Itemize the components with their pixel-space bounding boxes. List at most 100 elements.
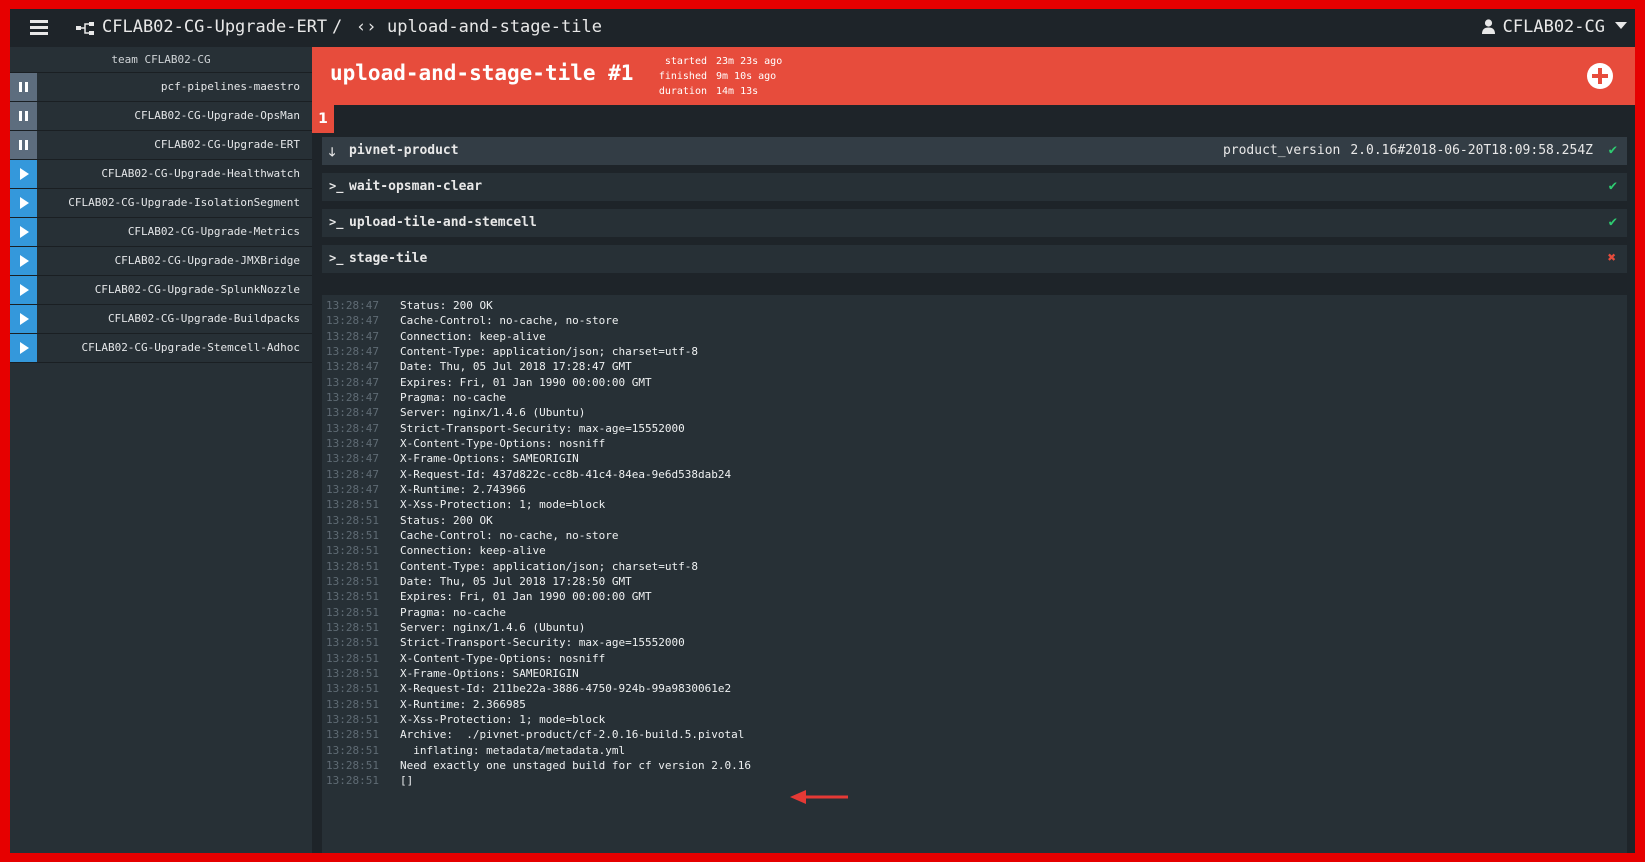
step-stage-tile[interactable]: >_ stage-tile ✖ <box>322 245 1627 273</box>
log-message: Status: 200 OK <box>400 513 493 527</box>
log-timestamp: 13:28:47 <box>326 467 379 481</box>
play-pipeline-button[interactable] <box>10 247 37 275</box>
log-message: inflating: metadata/metadata.yml <box>400 743 626 757</box>
log-line: 13:28:51 [] <box>326 773 1627 788</box>
log-line: 13:28:51 X-Frame-Options: SAMEORIGIN <box>326 666 1627 681</box>
trigger-build-button[interactable] <box>1587 63 1613 89</box>
hamburger-menu-icon[interactable] <box>30 20 48 36</box>
log-line: 13:28:51 X-Runtime: 2.366985 <box>326 697 1627 712</box>
step-pivnet-product[interactable]: 🡓 pivnet-product product_version 2.0.16#2… <box>322 137 1627 165</box>
started-value: 23m 23s ago <box>716 56 783 67</box>
play-pipeline-button[interactable] <box>10 334 37 362</box>
cross-icon: ✖ <box>1607 250 1616 266</box>
log-line: 13:28:51 X-Xss-Protection: 1; mode=block <box>326 712 1627 727</box>
log-line: 13:28:47 X-Content-Type-Options: nosniff <box>326 436 1627 451</box>
log-timestamp: 13:28:47 <box>326 314 379 328</box>
log-timestamp: 13:28:51 <box>326 774 379 788</box>
pause-pipeline-button[interactable] <box>10 131 37 159</box>
log-timestamp: 13:28:51 <box>326 574 379 588</box>
log-line: 13:28:47 Strict-Transport-Security: max-a… <box>326 421 1627 436</box>
sidebar-pipeline-item[interactable]: CFLAB02-CG-Upgrade-OpsMan <box>10 101 312 130</box>
log-line: 13:28:47 X-Request-Id: 437d822c-cc8b-41c4… <box>326 467 1627 482</box>
log-message: Archive: ./pivnet-product/cf-2.0.16-buil… <box>400 728 745 742</box>
log-line: 13:28:51 Need exactly one unstaged build … <box>326 758 1627 773</box>
log-line: 13:28:47 Content-Type: application/json; … <box>326 344 1627 359</box>
pipeline-name[interactable]: CFLAB02-CG-Upgrade-ERT <box>154 131 300 159</box>
step-log-output[interactable]: 13:28:47 Status: 200 OK 13:28:47 Cache-Cont… <box>322 295 1627 853</box>
log-message: Expires: Fri, 01 Jan 1990 00:00:00 GMT <box>400 590 652 604</box>
log-line: 13:28:51 Cache-Control: no-cache, no-stor… <box>326 528 1627 543</box>
log-line: 13:28:51 X-Request-Id: 211be22a-3886-4750… <box>326 681 1627 696</box>
breadcrumb-job[interactable]: upload-and-stage-tile <box>387 17 602 37</box>
log-timestamp: 13:28:51 <box>326 758 379 772</box>
pipeline-name[interactable]: CFLAB02-CG-Upgrade-SplunkNozzle <box>95 276 300 304</box>
pipeline-name[interactable]: CFLAB02-CG-Upgrade-Metrics <box>128 218 300 246</box>
sidebar-pipeline-item[interactable]: CFLAB02-CG-Upgrade-Metrics <box>10 217 312 246</box>
log-message: Expires: Fri, 01 Jan 1990 00:00:00 GMT <box>400 375 652 389</box>
log-line: 13:28:51 X-Content-Type-Options: nosniff <box>326 651 1627 666</box>
pipeline-list: pcf-pipelines-maestro CFLAB02-CG-Upgrade-… <box>10 72 312 363</box>
log-message: X-Request-Id: 211be22a-3886-4750-924b-99… <box>400 682 732 696</box>
sidebar-pipeline-item[interactable]: CFLAB02-CG-Upgrade-ERT <box>10 130 312 159</box>
log-message: X-Xss-Protection: 1; mode=block <box>400 498 606 512</box>
pause-pipeline-button[interactable] <box>10 73 37 101</box>
play-pipeline-button[interactable] <box>10 218 37 246</box>
sidebar-pipeline-item[interactable]: CFLAB02-CG-Upgrade-Buildpacks <box>10 304 312 333</box>
log-timestamp: 13:28:47 <box>326 406 379 420</box>
duration-value: 14m 13s <box>716 86 759 97</box>
play-icon <box>20 255 29 267</box>
log-line: 13:28:51 Connection: keep-alive <box>326 543 1627 558</box>
sidebar-pipeline-item[interactable]: CFLAB02-CG-Upgrade-JMXBridge <box>10 246 312 275</box>
pipeline-name[interactable]: CFLAB02-CG-Upgrade-Healthwatch <box>101 160 300 188</box>
play-icon <box>20 313 29 325</box>
play-icon <box>20 168 29 180</box>
step-version: product_version 2.0.16#2018-06-20T18:09:5… <box>1223 143 1593 158</box>
log-line: 13:28:47 Pragma: no-cache <box>326 390 1627 405</box>
log-timestamp: 13:28:47 <box>326 375 379 389</box>
log-message: X-Content-Type-Options: nosniff <box>400 651 606 665</box>
log-timestamp: 13:28:47 <box>326 482 379 496</box>
step-upload-tile-and-stemcell[interactable]: >_ upload-tile-and-stemcell ✔ <box>322 209 1627 237</box>
log-timestamp: 13:28:51 <box>326 712 379 726</box>
breadcrumb-pipeline[interactable]: CFLAB02-CG-Upgrade-ERT <box>102 17 327 37</box>
log-message: Connection: keep-alive <box>400 544 546 558</box>
play-pipeline-button[interactable] <box>10 160 37 188</box>
user-menu[interactable]: CFLAB02-CG <box>1481 17 1627 37</box>
check-icon: ✔ <box>1608 178 1617 194</box>
pipeline-name[interactable]: CFLAB02-CG-Upgrade-OpsMan <box>134 102 300 130</box>
pause-pipeline-button[interactable] <box>10 102 37 130</box>
log-message: [] <box>400 774 414 788</box>
sidebar-pipeline-item[interactable]: CFLAB02-CG-Upgrade-SplunkNozzle <box>10 275 312 304</box>
pipeline-name[interactable]: CFLAB02-CG-Upgrade-IsolationSegment <box>68 189 300 217</box>
log-timestamp: 13:28:51 <box>326 513 379 527</box>
step-wait-opsman-clear[interactable]: >_ wait-opsman-clear ✔ <box>322 173 1627 201</box>
pipeline-name[interactable]: CFLAB02-CG-Upgrade-JMXBridge <box>115 247 300 275</box>
arrow-down-icon: 🡓 <box>329 145 336 159</box>
play-pipeline-button[interactable] <box>10 276 37 304</box>
top-bar: CFLAB02-CG-Upgrade-ERT / ‹› upload-and-s… <box>10 9 1635 47</box>
log-message: X-Runtime: 2.743966 <box>400 482 526 496</box>
log-timestamp: 13:28:51 <box>326 605 379 619</box>
build-tab-1[interactable]: 1 <box>312 105 334 133</box>
pause-icon <box>19 140 29 150</box>
pipeline-name[interactable]: CFLAB02-CG-Upgrade-Buildpacks <box>108 305 300 333</box>
sidebar-pipeline-item[interactable]: CFLAB02-CG-Upgrade-IsolationSegment <box>10 188 312 217</box>
started-label: started <box>664 56 707 67</box>
sidebar-pipeline-item[interactable]: CFLAB02-CG-Upgrade-Stemcell-Adhoc <box>10 333 312 363</box>
finished-value: 9m 10s ago <box>716 71 777 82</box>
concourse-window: CFLAB02-CG-Upgrade-ERT / ‹› upload-and-s… <box>10 9 1635 853</box>
play-pipeline-button[interactable] <box>10 189 37 217</box>
play-icon <box>20 284 29 296</box>
log-message: X-Content-Type-Options: nosniff <box>400 436 606 450</box>
pipeline-name[interactable]: pcf-pipelines-maestro <box>161 73 300 101</box>
log-message: Strict-Transport-Security: max-age=15552… <box>400 421 685 435</box>
play-pipeline-button[interactable] <box>10 305 37 333</box>
pipeline-name[interactable]: CFLAB02-CG-Upgrade-Stemcell-Adhoc <box>81 334 300 362</box>
sidebar-pipeline-item[interactable]: CFLAB02-CG-Upgrade-Healthwatch <box>10 159 312 188</box>
log-message: Status: 200 OK <box>400 299 493 312</box>
user-icon <box>1481 19 1495 34</box>
log-line: 13:28:47 Server: nginx/1.4.6 (Ubuntu) <box>326 405 1627 420</box>
log-timestamp: 13:28:47 <box>326 452 379 466</box>
sidebar-pipeline-item[interactable]: pcf-pipelines-maestro <box>10 72 312 101</box>
log-message: Cache-Control: no-cache, no-store <box>400 314 619 328</box>
